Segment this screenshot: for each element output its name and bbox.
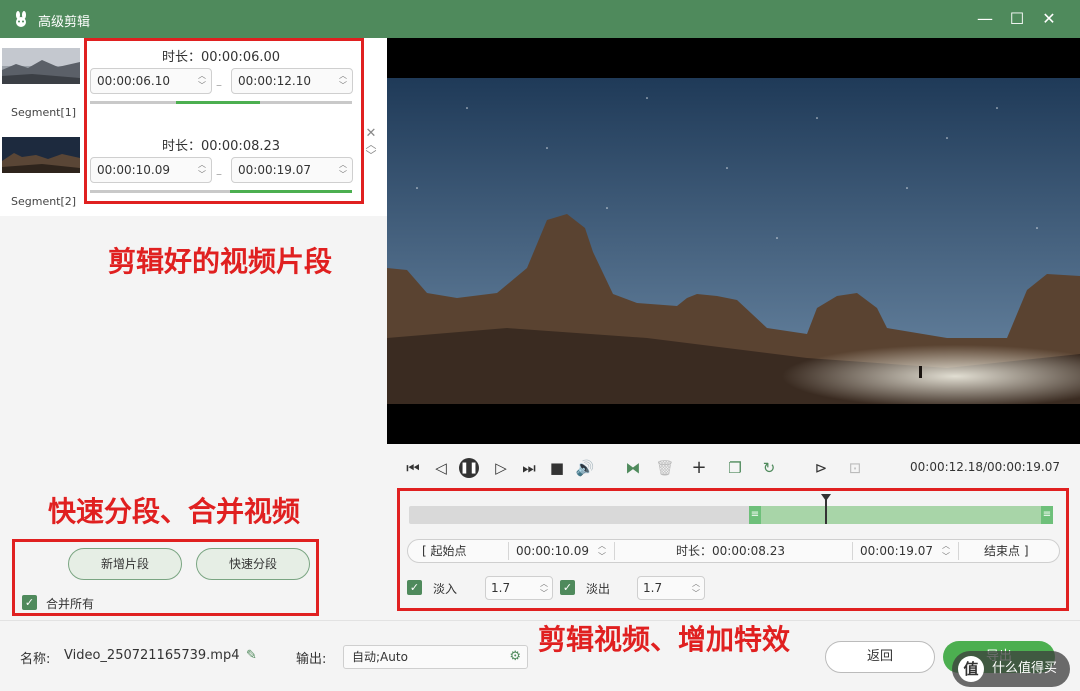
add-icon[interactable]: +	[689, 458, 709, 478]
title-bar: 高级剪辑 — ☐ ✕	[0, 0, 1080, 38]
segment-thumbnail[interactable]	[2, 48, 80, 84]
settings-gear-icon[interactable]: ⚙	[509, 646, 521, 668]
segment-label: Segment[2]	[11, 195, 77, 208]
stop-icon[interactable]: ■	[547, 458, 567, 478]
crop-icon[interactable]: ⊡	[845, 458, 865, 478]
quick-split-button[interactable]: 快速分段	[196, 548, 310, 580]
segment-tools: ✕ ︿ ﹀	[364, 127, 378, 161]
app-logo-icon	[16, 11, 26, 27]
window-title: 高级剪辑	[38, 15, 91, 30]
video-frame	[387, 78, 1080, 404]
left-panel: Segment[1] 时长：00:00:06.00 00:00:06.10 ︿ ﹀…	[0, 38, 387, 620]
playback-controls: ⏮ ◁ ❚❚ ▷ ⏭ ■ 🔊 ⧓ 🗑 + ❐ ↻ ⊳ ⊡ 00:00:12.18…	[387, 444, 1080, 494]
volume-icon[interactable]: 🔊	[575, 458, 595, 478]
annotation-split-merge: 快速分段、合并视频	[48, 495, 301, 528]
pause-icon[interactable]: ❚❚	[459, 458, 479, 478]
highlight-box-segments	[84, 38, 364, 204]
output-value: 自动;Auto	[352, 650, 408, 664]
delete-icon[interactable]: 🗑	[655, 458, 675, 478]
playback-timecode: 00:00:12.18/00:00:19.07	[910, 460, 1060, 474]
annotation-edit-effects: 剪辑视频、增加特效	[538, 623, 791, 656]
skip-to-start-icon[interactable]: ⏮	[403, 458, 423, 478]
maximize-button[interactable]: ☐	[1004, 7, 1030, 31]
highlight-box-editor	[397, 488, 1069, 611]
copy-icon[interactable]: ❐	[725, 458, 745, 478]
minimize-button[interactable]: —	[972, 7, 998, 31]
watermark-text: 什么值得买	[992, 661, 1058, 676]
play-range-icon[interactable]: ⊳	[811, 458, 831, 478]
merge-all-label: 合并所有	[46, 597, 95, 611]
name-label: 名称:	[20, 652, 51, 667]
split-icon[interactable]: ⧓	[623, 458, 643, 478]
output-label: 输出:	[296, 652, 327, 667]
output-select[interactable]: 自动;Auto ⚙	[343, 645, 528, 669]
segment-thumbnail[interactable]	[2, 137, 80, 173]
annotation-segments: 剪辑好的视频片段	[108, 245, 333, 278]
close-button[interactable]: ✕	[1036, 7, 1062, 31]
merge-all-checkbox[interactable]: ✓	[22, 595, 37, 610]
reset-icon[interactable]: ↻	[759, 458, 779, 478]
watermark-logo-icon: 值	[958, 656, 984, 682]
advanced-edit-window: 高级剪辑 — ☐ ✕ Segment[1] 时长：00:00:06.00 00:…	[0, 0, 1080, 691]
back-button[interactable]: 返回	[825, 641, 935, 673]
video-preview[interactable]	[387, 38, 1080, 444]
next-frame-icon[interactable]: ▷	[491, 458, 511, 478]
segment-label: Segment[1]	[11, 106, 77, 119]
edit-name-icon[interactable]: ✎	[246, 648, 257, 663]
previous-frame-icon[interactable]: ◁	[431, 458, 451, 478]
move-down-icon[interactable]: ﹀	[364, 150, 378, 161]
watermark: 值 什么值得买	[952, 651, 1070, 687]
skip-to-end-icon[interactable]: ⏭	[519, 458, 539, 478]
file-name: Video_250721165739.mp4	[64, 648, 240, 663]
add-segment-button[interactable]: 新增片段	[68, 548, 182, 580]
